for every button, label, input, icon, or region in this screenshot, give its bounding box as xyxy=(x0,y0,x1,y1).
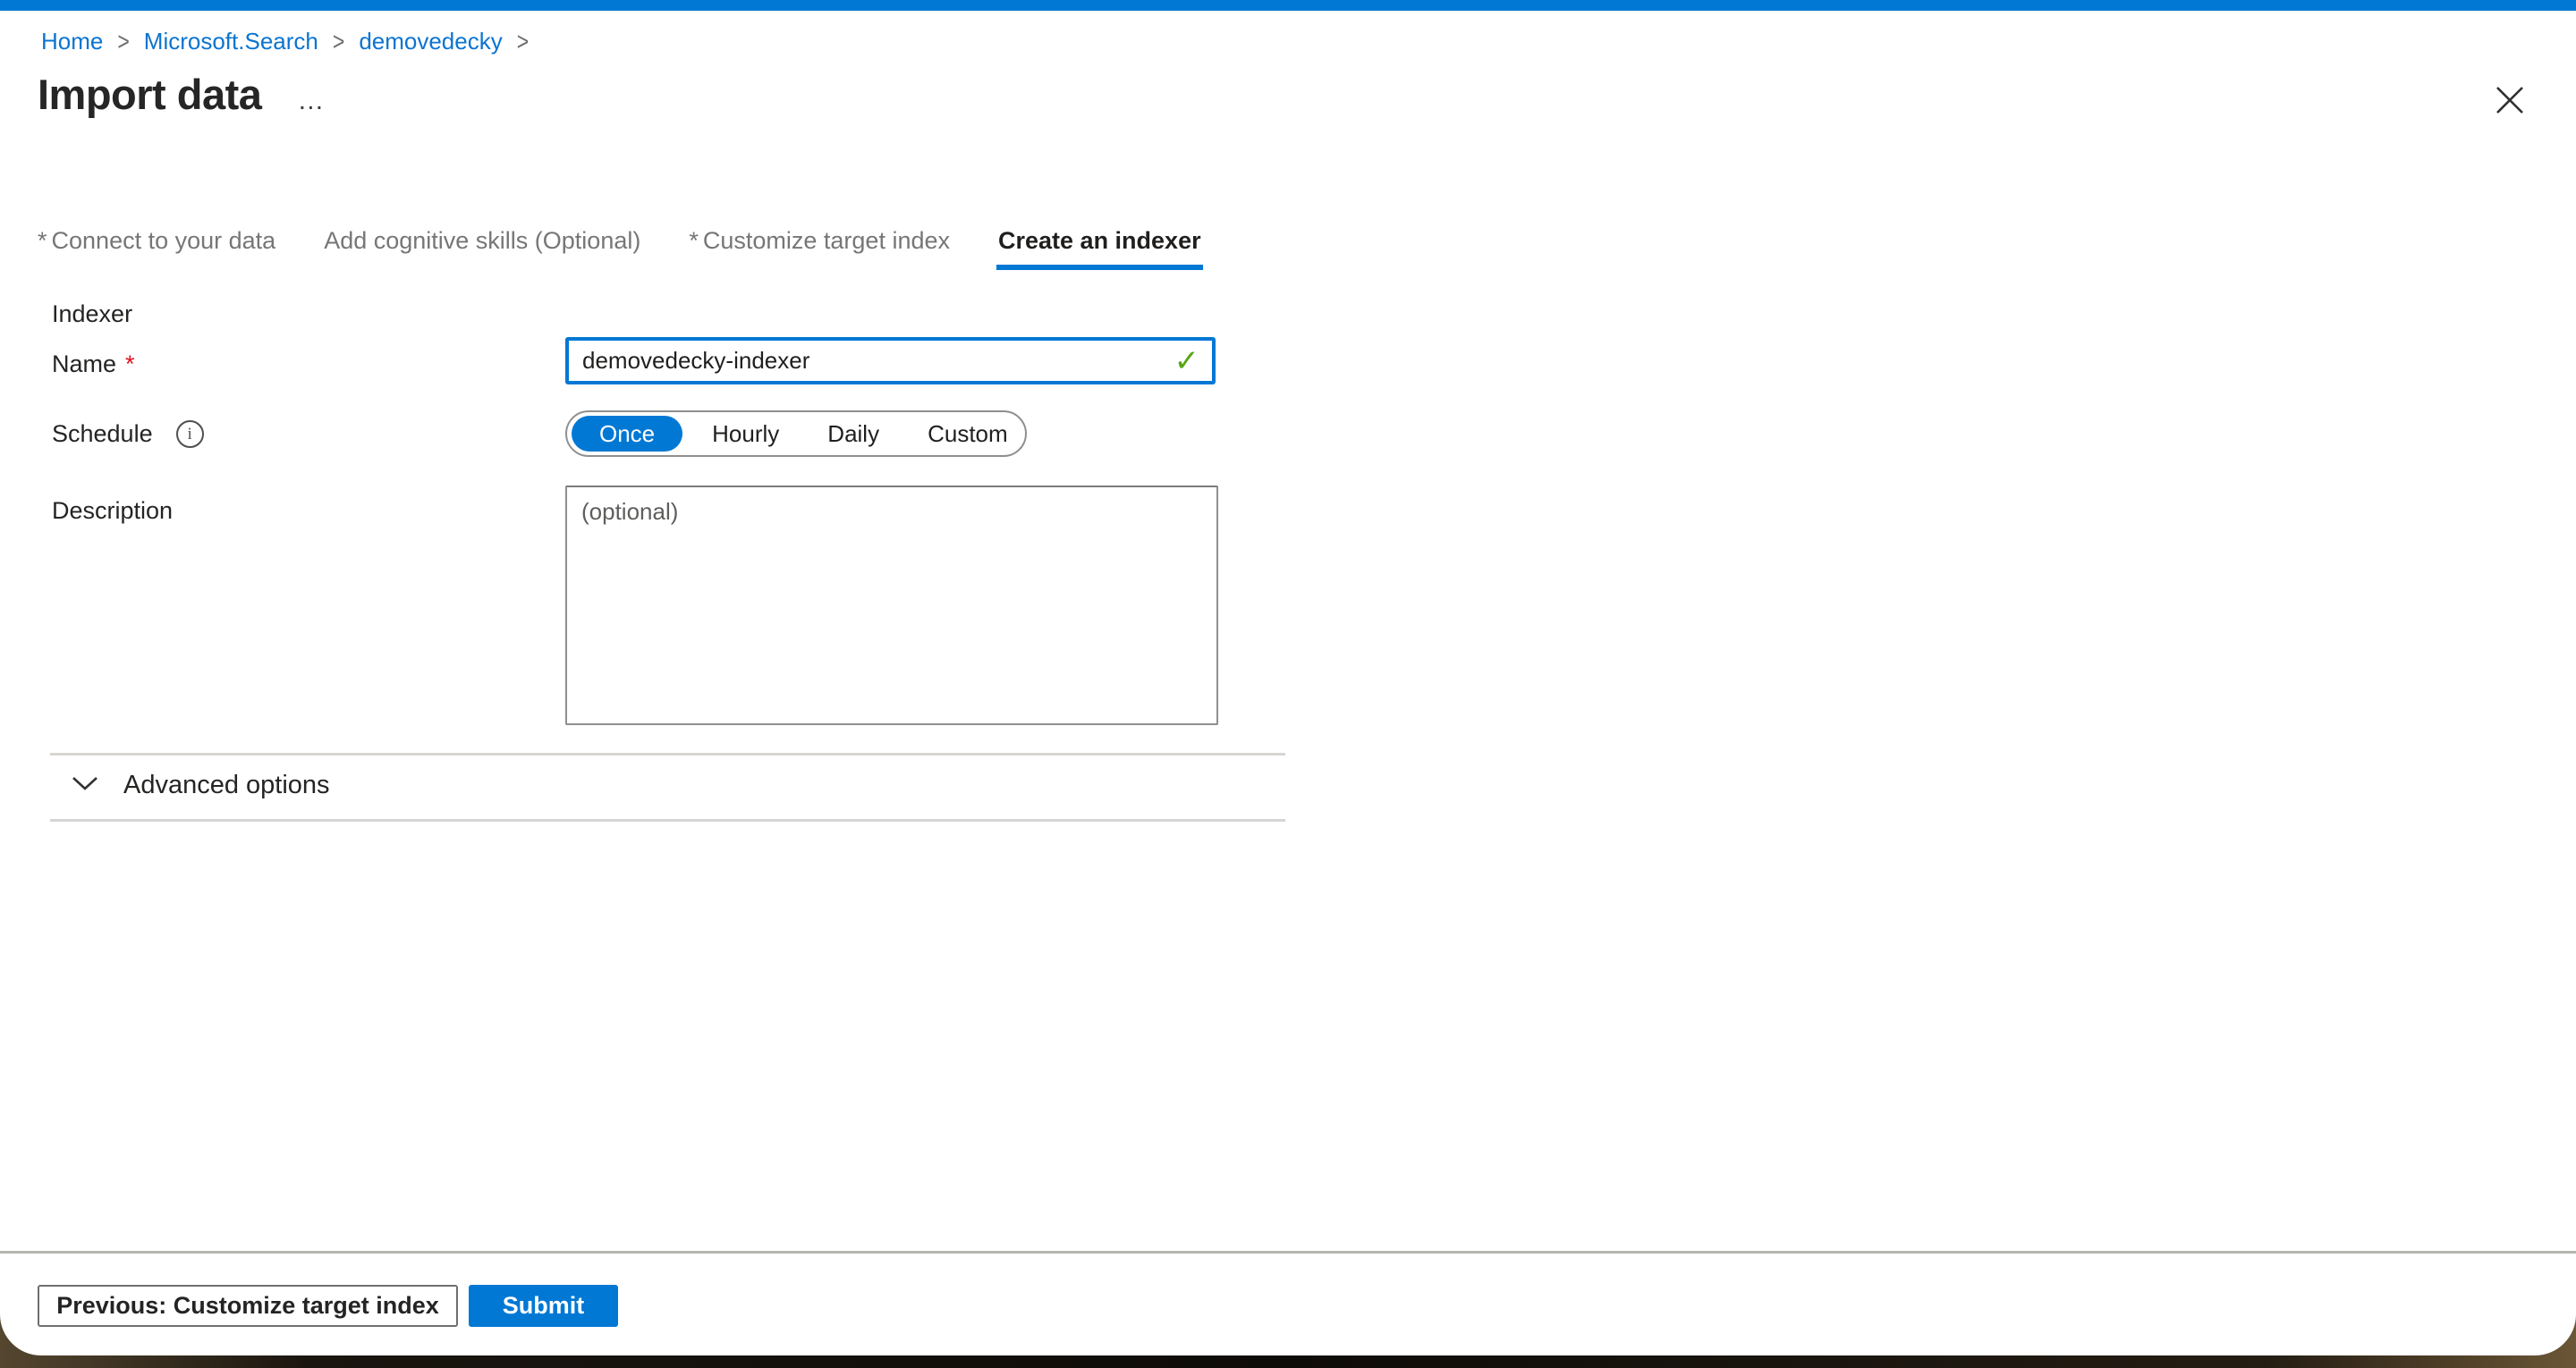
breadcrumb-link-demovedecky[interactable]: demovedecky xyxy=(359,27,502,55)
schedule-option-custom[interactable]: Custom xyxy=(903,412,1032,455)
schedule-option-hourly[interactable]: Hourly xyxy=(688,412,803,455)
name-input-container: ✓ xyxy=(565,337,1216,384)
indexer-name-input[interactable] xyxy=(582,347,1174,375)
advanced-options-label: Advanced options xyxy=(123,771,330,800)
tab-customize-target-index[interactable]: *Customize target index xyxy=(687,224,952,270)
info-icon[interactable]: i xyxy=(176,420,204,448)
tab-create-an-indexer[interactable]: Create an indexer xyxy=(996,224,1203,270)
page-title: Import data xyxy=(38,72,261,118)
breadcrumb: Home > Microsoft.Search > demovedecky > xyxy=(41,27,529,55)
chevron-down-icon xyxy=(72,774,98,797)
required-asterisk: * xyxy=(125,350,135,378)
advanced-options-toggle[interactable]: Advanced options xyxy=(72,771,330,800)
submit-button[interactable]: Submit xyxy=(469,1285,618,1327)
breadcrumb-separator-icon: > xyxy=(517,23,529,59)
schedule-segmented-control: Once Hourly Daily Custom xyxy=(565,410,1027,457)
valid-checkmark-icon: ✓ xyxy=(1174,346,1200,376)
close-button[interactable] xyxy=(2490,80,2529,120)
tab-connect-to-your-data[interactable]: *Connect to your data xyxy=(36,224,277,270)
import-data-panel: Home > Microsoft.Search > demovedecky > … xyxy=(0,0,2576,1355)
tab-label: Connect to your data xyxy=(52,227,276,254)
description-field-label: Description xyxy=(52,497,173,525)
indexer-section-title: Indexer xyxy=(52,300,132,328)
schedule-field-label: Schedule i xyxy=(52,420,204,448)
schedule-option-once[interactable]: Once xyxy=(572,416,682,452)
breadcrumb-link-home[interactable]: Home xyxy=(41,27,103,55)
description-textarea[interactable] xyxy=(565,486,1218,725)
tab-label: Create an indexer xyxy=(998,227,1201,254)
breadcrumb-link-microsoft-search[interactable]: Microsoft.Search xyxy=(144,27,318,55)
breadcrumb-separator-icon: > xyxy=(117,23,129,59)
azure-accent-bar xyxy=(0,0,2576,11)
close-icon xyxy=(2495,85,2525,115)
tab-required-marker: * xyxy=(38,227,47,254)
tab-required-marker: * xyxy=(689,227,699,254)
divider xyxy=(50,819,1285,822)
divider xyxy=(50,753,1285,756)
tab-add-cognitive-skills[interactable]: Add cognitive skills (Optional) xyxy=(322,224,642,270)
wizard-tabs: *Connect to your data Add cognitive skil… xyxy=(36,224,1203,270)
tab-label: Add cognitive skills (Optional) xyxy=(324,227,640,254)
tab-label: Customize target index xyxy=(703,227,950,254)
name-label-text: Name xyxy=(52,350,116,378)
schedule-label-text: Schedule xyxy=(52,420,153,448)
previous-step-button[interactable]: Previous: Customize target index xyxy=(38,1285,458,1327)
schedule-option-daily[interactable]: Daily xyxy=(803,412,903,455)
name-field-label: Name * xyxy=(52,350,135,378)
overflow-menu-icon[interactable]: … xyxy=(297,86,325,116)
footer-divider xyxy=(0,1251,2576,1254)
title-row: Import data … xyxy=(38,72,2469,118)
breadcrumb-separator-icon: > xyxy=(333,23,344,59)
